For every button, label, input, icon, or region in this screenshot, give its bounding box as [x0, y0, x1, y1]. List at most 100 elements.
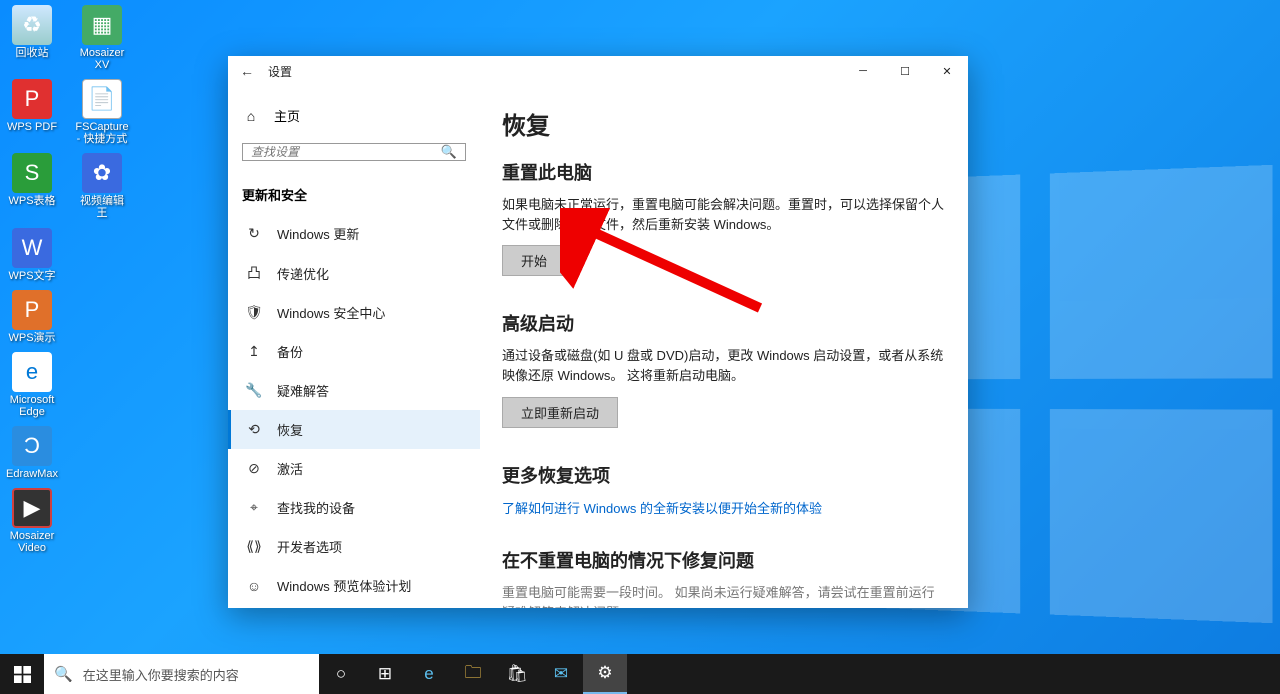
- home-label: 主页: [274, 106, 300, 125]
- desktop-icon-wps-sheet[interactable]: S WPS表格: [6, 153, 58, 219]
- minimize-button[interactable]: ─: [842, 56, 884, 86]
- restart-now-button[interactable]: 立即重新启动: [502, 397, 618, 428]
- check-icon: ⊘: [245, 460, 263, 477]
- desktop-icon-label: WPS表格: [8, 195, 55, 207]
- desktop-icon-label: EdrawMax: [6, 468, 58, 480]
- desktop-icon-label: Mosaizer Video: [6, 530, 58, 554]
- reset-pc-heading: 重置此电脑: [502, 159, 946, 185]
- sidebar-item-developer[interactable]: ⟪⟫开发者选项: [228, 527, 480, 566]
- sidebar-item-label: Windows 更新: [277, 224, 359, 243]
- close-button[interactable]: ✕: [926, 56, 968, 86]
- sidebar-item-label: Windows 安全中心: [277, 303, 385, 322]
- app-icon: P: [12, 79, 52, 119]
- sidebar-item-windows-update[interactable]: ↻ Windows 更新: [228, 214, 480, 253]
- desktop-icon-wps-pdf[interactable]: P WPS PDF: [6, 79, 58, 145]
- desktop-icon-label: WPS演示: [8, 332, 55, 344]
- task-view-button[interactable]: ⊞: [363, 654, 407, 694]
- more-recovery-heading: 更多恢复选项: [502, 462, 946, 488]
- advanced-startup-heading: 高级启动: [502, 310, 946, 336]
- cortana-button[interactable]: ○: [319, 654, 363, 694]
- search-input[interactable]: [251, 145, 441, 159]
- advanced-startup-description: 通过设备或磁盘(如 U 盘或 DVD)启动，更改 Windows 启动设置，或者…: [502, 346, 946, 386]
- search-placeholder: 在这里输入你要搜索的内容: [83, 665, 239, 684]
- page-title: 恢复: [502, 106, 946, 141]
- recycle-bin-icon: ♻: [12, 5, 52, 45]
- taskbar-file-explorer[interactable]: 🗀: [451, 654, 495, 694]
- search-settings[interactable]: 🔍: [242, 143, 466, 161]
- sidebar-item-label: 恢复: [277, 420, 303, 439]
- delivery-icon: 凸: [245, 263, 263, 283]
- recovery-icon: ⟲: [245, 421, 263, 438]
- app-icon: Ɔ: [12, 426, 52, 466]
- wrench-icon: 🔧: [245, 382, 263, 399]
- app-icon: S: [12, 153, 52, 193]
- app-icon: ✿: [82, 153, 122, 193]
- search-icon: 🔍: [54, 665, 73, 683]
- app-icon: 📄: [82, 79, 122, 119]
- desktop-icon-label: WPS文字: [8, 270, 55, 282]
- desktop-icon-label: Microsoft Edge: [6, 394, 58, 418]
- fix-without-reset-description: 重置电脑可能需要一段时间。 如果尚未运行疑难解答，请尝试在重置前运行疑难解答来解…: [502, 583, 946, 608]
- settings-window: ← 设置 ─ ☐ ✕ ⌂ 主页 🔍 更新和安全 ↻ Windows 更新 凸: [228, 56, 968, 608]
- insider-icon: ☺: [245, 578, 263, 594]
- sidebar-item-delivery-optimization[interactable]: 凸传递优化: [228, 253, 480, 293]
- sidebar-item-recovery[interactable]: ⟲ 恢复: [228, 410, 480, 449]
- app-icon: P: [12, 290, 52, 330]
- sidebar-item-activation[interactable]: ⊘ 激活: [228, 449, 480, 488]
- search-icon: 🔍: [441, 144, 457, 160]
- shield-icon: 🛡: [245, 304, 263, 321]
- reset-start-button[interactable]: 开始: [502, 245, 566, 276]
- taskbar-settings[interactable]: ⚙: [583, 654, 627, 694]
- desktop-icon-label: WPS PDF: [7, 121, 57, 133]
- sidebar-item-security-center[interactable]: 🛡 Windows 安全中心: [228, 293, 480, 332]
- taskbar-search[interactable]: 🔍 在这里输入你要搜索的内容: [44, 654, 319, 694]
- home-icon: ⌂: [242, 108, 260, 124]
- windows-icon: [14, 666, 31, 683]
- desktop-icon-grid: ♻ 回收站 ▦Mosaizer XV P WPS PDF 📄FSCapture - …: [6, 5, 128, 554]
- back-button[interactable]: ←: [240, 63, 268, 79]
- titlebar[interactable]: ← 设置 ─ ☐ ✕: [228, 56, 968, 86]
- desktop-icon-ms-edge[interactable]: eMicrosoft Edge: [6, 352, 58, 418]
- taskbar-store[interactable]: 🛍: [495, 654, 539, 694]
- app-icon: W: [12, 228, 52, 268]
- maximize-button[interactable]: ☐: [884, 56, 926, 86]
- start-button[interactable]: [0, 654, 44, 694]
- reset-pc-description: 如果电脑未正常运行，重置电脑可能会解决问题。重置时，可以选择保留个人文件或删除个…: [502, 195, 946, 235]
- desktop-icon-fscapture[interactable]: 📄FSCapture - 快捷方式: [76, 79, 128, 145]
- sidebar: ⌂ 主页 🔍 更新和安全 ↻ Windows 更新 凸传递优化 🛡 Windows …: [228, 86, 480, 608]
- sidebar-item-label: 备份: [277, 342, 303, 361]
- sidebar-section-title: 更新和安全: [228, 171, 480, 214]
- sidebar-item-troubleshoot[interactable]: 🔧 疑难解答: [228, 371, 480, 410]
- desktop: ♻ 回收站 ▦Mosaizer XV P WPS PDF 📄FSCapture - …: [0, 0, 1280, 694]
- desktop-icon-label: 视频编辑王: [76, 195, 128, 219]
- desktop-icon-edrawmax[interactable]: Ɔ EdrawMax: [6, 426, 58, 480]
- app-icon: ▦: [82, 5, 122, 45]
- desktop-icon-recycle-bin[interactable]: ♻ 回收站: [6, 5, 58, 71]
- taskbar: 🔍 在这里输入你要搜索的内容 ○ ⊞ e 🗀 🛍 ✉ ⚙: [0, 654, 1280, 694]
- window-title: 设置: [268, 63, 292, 80]
- sidebar-item-label: 激活: [277, 459, 303, 478]
- desktop-icon-mosaizer-video[interactable]: ▶Mosaizer Video: [6, 488, 58, 554]
- backup-icon: ↥: [245, 343, 263, 360]
- desktop-icon-video-editor[interactable]: ✿视频编辑王: [76, 153, 128, 219]
- desktop-icon-wps-text[interactable]: W WPS文字: [6, 228, 58, 282]
- sidebar-item-find-device[interactable]: ⌖查找我的设备: [228, 488, 480, 527]
- sidebar-item-insider[interactable]: ☺Windows 预览体验计划: [228, 566, 480, 605]
- desktop-icon-label: Mosaizer XV: [76, 47, 128, 71]
- location-icon: ⌖: [245, 499, 263, 516]
- taskbar-mail[interactable]: ✉: [539, 654, 583, 694]
- taskbar-edge[interactable]: e: [407, 654, 451, 694]
- content-panel: 恢复 重置此电脑 如果电脑未正常运行，重置电脑可能会解决问题。重置时，可以选择保…: [480, 86, 968, 608]
- sync-icon: ↻: [245, 225, 263, 242]
- desktop-icon-label: 回收站: [16, 47, 49, 59]
- fix-without-reset-heading: 在不重置电脑的情况下修复问题: [502, 547, 946, 573]
- sidebar-item-backup[interactable]: ↥ 备份: [228, 332, 480, 371]
- desktop-icon-mosaizer-xv[interactable]: ▦Mosaizer XV: [76, 5, 128, 71]
- edge-icon: e: [12, 352, 52, 392]
- sidebar-item-label: 传递优化: [277, 264, 329, 283]
- home-nav[interactable]: ⌂ 主页: [228, 98, 480, 133]
- desktop-icon-label: FSCapture - 快捷方式: [75, 121, 128, 145]
- fresh-install-link[interactable]: 了解如何进行 Windows 的全新安装以便开始全新的体验: [502, 498, 946, 517]
- sidebar-item-label: 疑难解答: [277, 381, 329, 400]
- desktop-icon-wps-present[interactable]: P WPS演示: [6, 290, 58, 344]
